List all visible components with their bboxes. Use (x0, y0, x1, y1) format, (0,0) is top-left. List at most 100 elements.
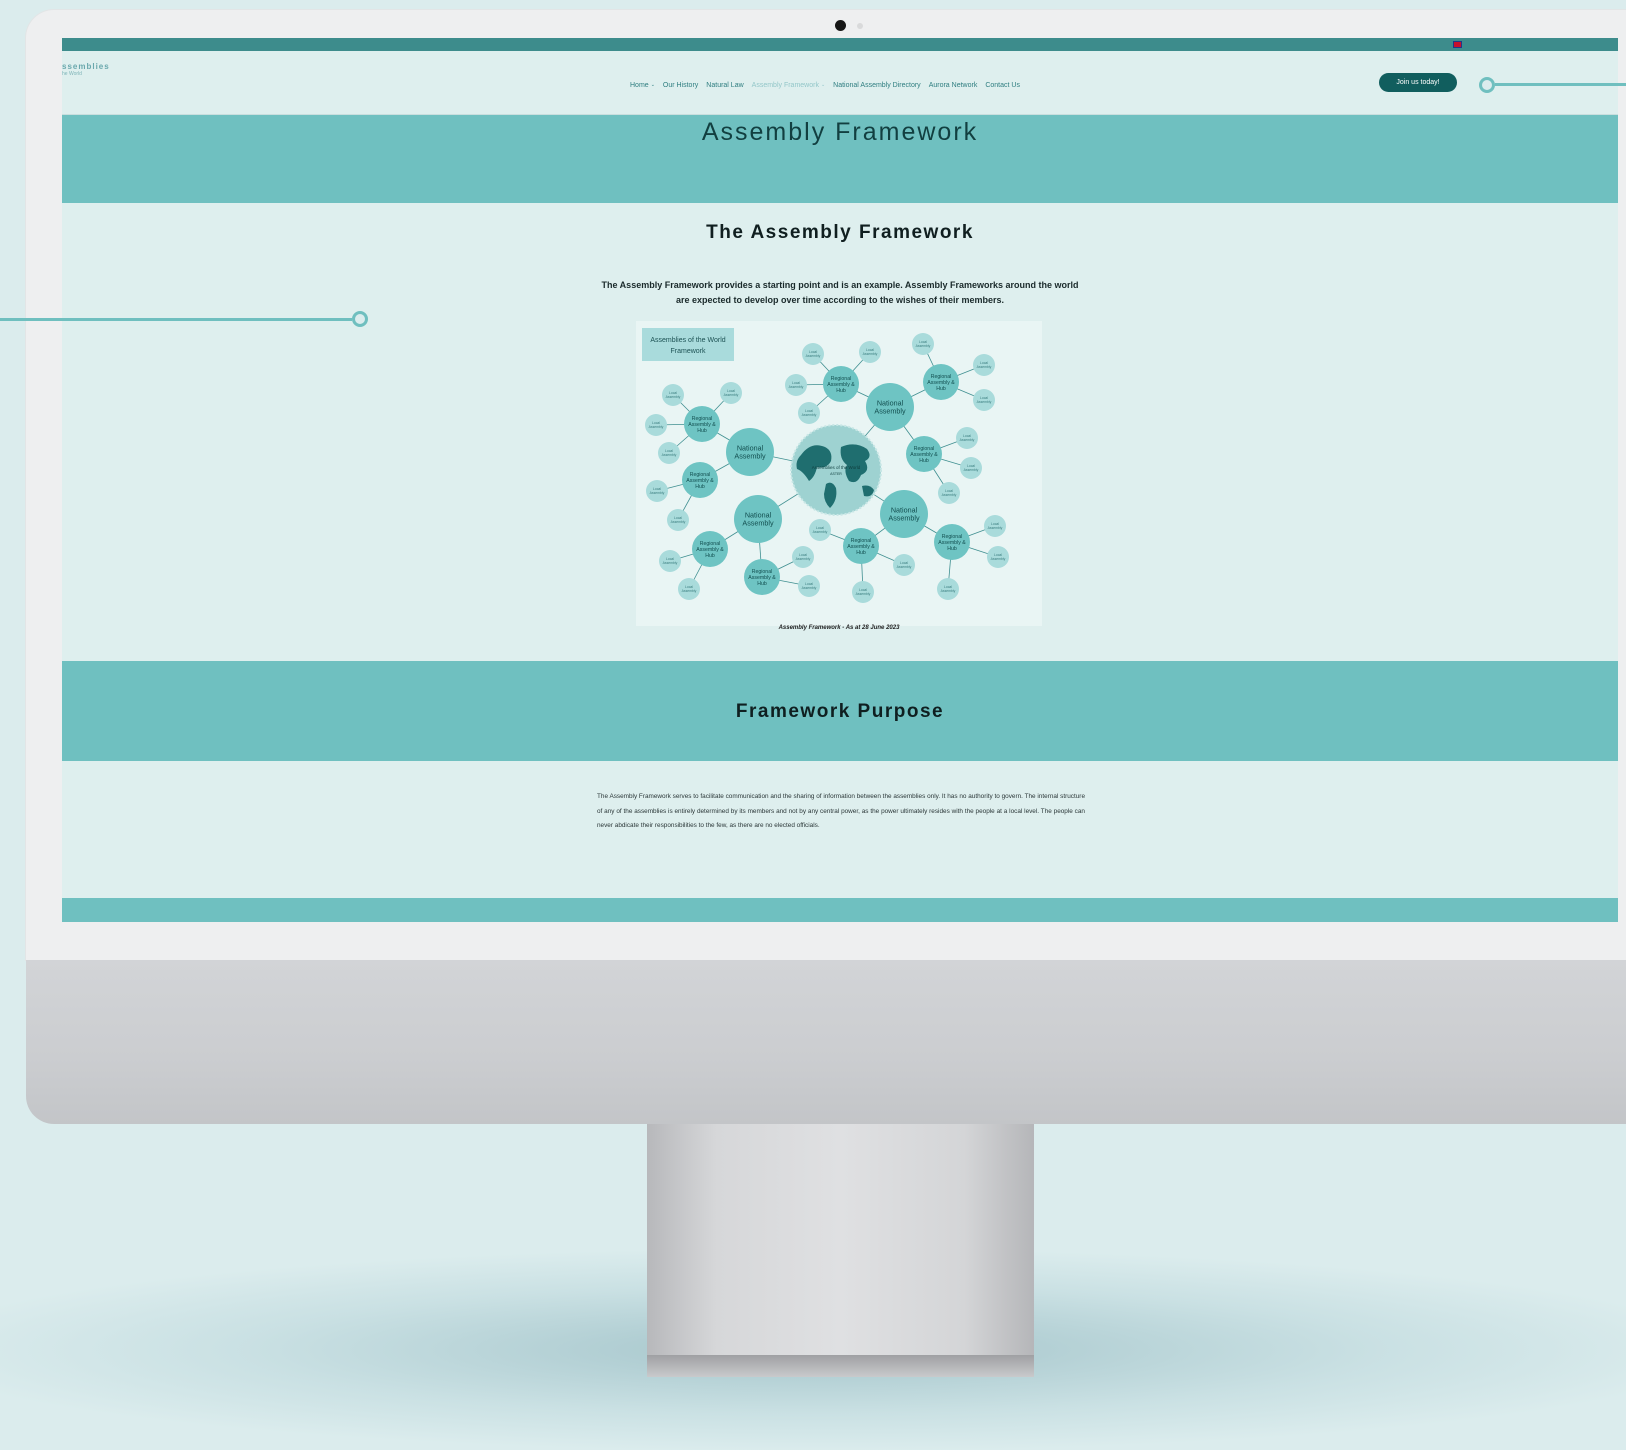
local-assembly-node: LocalAssembly (645, 414, 667, 436)
national-assembly-node: NationalAssembly (726, 428, 774, 476)
site-logo[interactable]: ssemblies (62, 62, 110, 71)
diagram-node-label: Hub (695, 484, 705, 490)
nav-home-label: Home (630, 81, 649, 89)
nav-assembly-framework[interactable]: Assembly Framework ⌄ (752, 82, 826, 89)
page-title: Assembly Framework (701, 118, 979, 146)
local-assembly-node: LocalAssembly (937, 578, 959, 600)
connector-line-left (0, 318, 352, 321)
diagram-node-label: Assembly (991, 557, 1006, 561)
diagram-node-label: Assembly (874, 407, 906, 416)
diagram-node-label: Hub (947, 546, 957, 552)
diagram-node-label: Assembly (662, 453, 677, 457)
local-assembly-node: LocalAssembly (956, 427, 978, 449)
regional-assembly-node: RegionalAssembly &Hub (906, 436, 942, 472)
local-assembly-node: LocalAssembly (659, 550, 681, 572)
local-assembly-node: LocalAssembly (809, 519, 831, 541)
diagram-title-box (642, 328, 734, 361)
national-assembly-node: NationalAssembly (734, 495, 782, 543)
diagram-node-label: Assembly (663, 561, 678, 565)
nav-our-history-label: Our History (662, 81, 699, 89)
diagram-node-label: Assembly (941, 589, 956, 593)
monitor-stand (647, 1124, 1034, 1377)
regional-assembly-node: RegionalAssembly &Hub (684, 406, 720, 442)
section-title: The Assembly Framework (706, 222, 974, 243)
connector-dot-left-icon (352, 311, 368, 327)
monitor-chin (26, 960, 1626, 1124)
diagram-node-label: Assembly (977, 400, 992, 404)
diagram-node-label: Assembly (802, 586, 817, 590)
screen-bottom-bezel (62, 922, 1626, 960)
regional-assembly-node: RegionalAssembly &Hub (744, 559, 780, 595)
local-assembly-node: LocalAssembly (973, 389, 995, 411)
local-assembly-node: LocalAssembly (852, 581, 874, 603)
purpose-text: The Assembly Framework serves to facilit… (597, 793, 1085, 829)
diagram-node-label: Assembly (724, 393, 739, 397)
local-assembly-node: LocalAssembly (678, 578, 700, 600)
nav-aurora-network-label: Aurora Network (928, 81, 978, 89)
diagram-node-label: Hub (919, 458, 929, 464)
nav-assembly-framework-label: Assembly Framework (751, 81, 819, 89)
regional-assembly-node: RegionalAssembly &Hub (823, 366, 859, 402)
diagram-node-label: Hub (705, 553, 715, 559)
diagram-node-label: Assembly (666, 395, 681, 399)
globe-icon: Assemblies of the World ASTER (790, 424, 882, 516)
diagram-node-label: Assembly (682, 589, 697, 593)
diagram-node-label: Assembly (802, 413, 817, 417)
local-assembly-node: LocalAssembly (859, 341, 881, 363)
main-nav: Home ⌄ Our History Natural Law Assembly … (630, 78, 1020, 92)
diagram-node-label: Assembly (960, 438, 975, 442)
diagram-node-label: Hub (936, 386, 946, 392)
diagram-node-label: Assembly (863, 352, 878, 356)
regional-assembly-node: RegionalAssembly &Hub (692, 531, 728, 567)
diagram-caption: Assembly Framework - As at 28 June 2023 (778, 625, 900, 631)
nav-aurora-network[interactable]: Aurora Network (929, 82, 978, 89)
nav-home[interactable]: Home ⌄ (630, 82, 655, 89)
monitor-stand-base (647, 1355, 1034, 1377)
diagram-node-label: Assembly (649, 425, 664, 429)
diagram-node-label: Hub (856, 550, 866, 556)
regional-assembly-node: RegionalAssembly &Hub (682, 462, 718, 498)
purpose-title: Framework Purpose (735, 701, 945, 722)
diagram-node-label: Assembly (988, 526, 1003, 530)
diagram-node-label: Assembly (977, 365, 992, 369)
join-us-button[interactable]: Join us today! (1379, 73, 1457, 92)
diagram-node-label: Assembly (734, 452, 766, 461)
regional-assembly-node: RegionalAssembly &Hub (923, 364, 959, 400)
diagram-node-label: Assembly (888, 514, 920, 523)
national-assembly-node: NationalAssembly (866, 383, 914, 431)
diagram-node-label: Assembly (897, 565, 912, 569)
diagram-node-label: Assembly (813, 530, 828, 534)
connector-line-right (1495, 83, 1626, 86)
nav-contact-us-label: Contact Us (985, 81, 1020, 89)
local-assembly-node: LocalAssembly (984, 515, 1006, 537)
diagram-node-label: Assembly (742, 519, 774, 528)
site-logo-subtext: he World (62, 71, 82, 77)
local-assembly-node: LocalAssembly (792, 546, 814, 568)
local-assembly-node: LocalAssembly (662, 384, 684, 406)
top-bar (62, 38, 1618, 51)
diagram-node-label: Assembly (916, 344, 931, 348)
local-assembly-node: LocalAssembly (658, 442, 680, 464)
chevron-down-icon: ⌄ (650, 82, 655, 88)
nav-natural-law-label: Natural Law (706, 81, 744, 89)
local-assembly-node: LocalAssembly (667, 509, 689, 531)
diagram-node-label: Hub (836, 388, 846, 394)
regional-assembly-node: RegionalAssembly &Hub (843, 528, 879, 564)
diagram-node-label: Hub (697, 428, 707, 434)
framework-diagram-svg: Assemblies of the World Framework LocalA… (642, 328, 1009, 603)
nav-national-assembly-directory[interactable]: National Assembly Directory (833, 82, 921, 89)
national-assembly-node: NationalAssembly (880, 490, 928, 538)
nav-natural-law[interactable]: Natural Law (706, 82, 743, 89)
local-assembly-node: LocalAssembly (938, 482, 960, 504)
uk-flag-icon[interactable] (1453, 41, 1462, 48)
diagram-node-label: Assembly (942, 493, 957, 497)
local-assembly-node: LocalAssembly (720, 382, 742, 404)
framework-diagram: Assemblies of the World Framework Local A… (636, 321, 1042, 626)
nav-our-history[interactable]: Our History (663, 82, 698, 89)
nav-contact-us[interactable]: Contact Us (985, 82, 1020, 89)
local-assembly-node: LocalAssembly (987, 546, 1009, 568)
globe-sublabel: ASTER (830, 472, 842, 476)
diagram-node-label: Assembly (671, 520, 686, 524)
local-assembly-node: LocalAssembly (798, 575, 820, 597)
diagram-title-line2: Framework (670, 348, 706, 355)
